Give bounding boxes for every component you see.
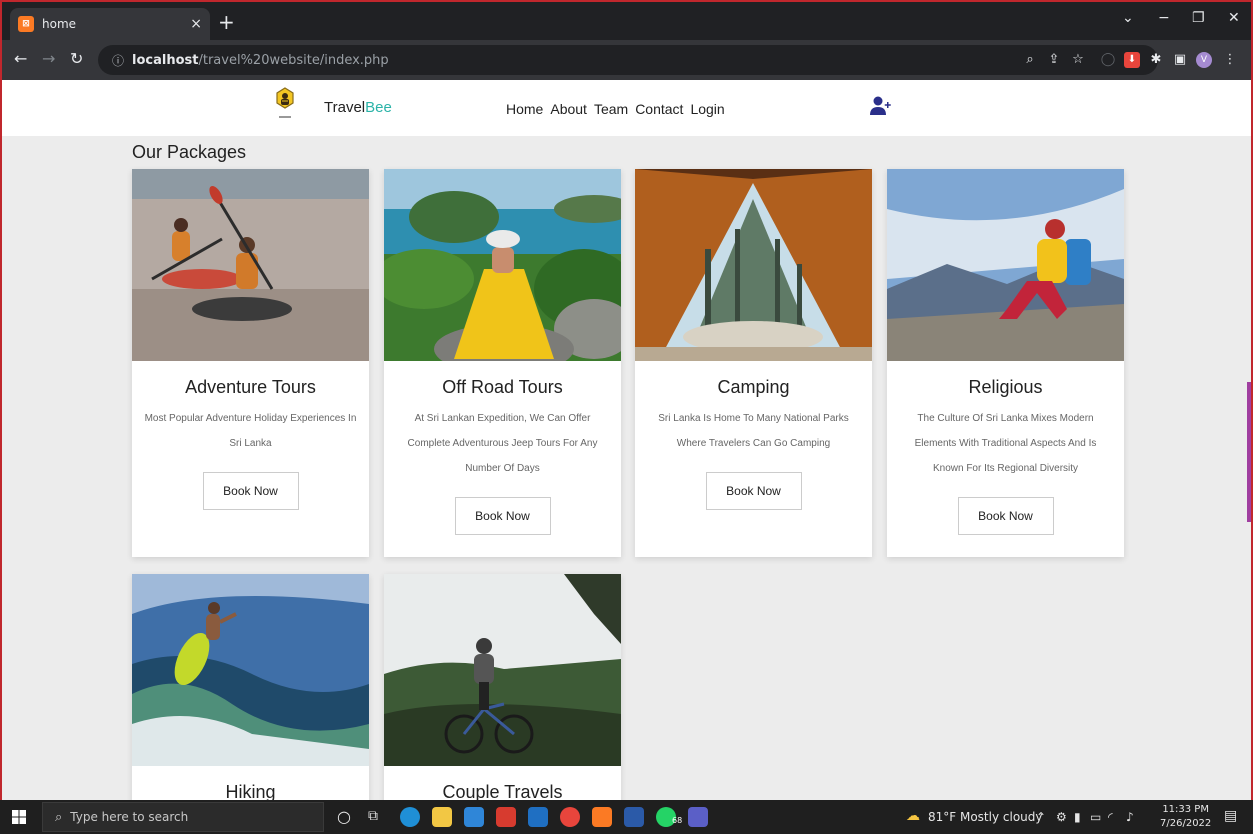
- kayaking-photo: [132, 169, 369, 361]
- book-now-button[interactable]: Book Now: [957, 497, 1054, 535]
- tray-app-icon[interactable]: ⚙: [1056, 810, 1067, 824]
- package-name: Adventure Tours: [185, 377, 316, 397]
- package-card: Adventure Tours Most Popular Adventure H…: [132, 169, 369, 557]
- mountain-biker-photo: [384, 574, 621, 766]
- scrollbar-thumb[interactable]: [1247, 382, 1251, 522]
- xampp-favicon-icon: ⊠: [18, 16, 34, 32]
- clock-date: 7/26/2022: [1160, 818, 1212, 829]
- address-bar[interactable]: ⓘ localhost /travel%20website/index.php: [98, 45, 1158, 75]
- package-description: Sri Lanka Is Home To Many National Parks…: [658, 413, 849, 449]
- island-viewpoint-photo: [384, 169, 621, 361]
- section-title: Our Packages: [132, 142, 247, 162]
- book-now-button[interactable]: Book Now: [705, 472, 802, 510]
- book-now-button[interactable]: Book Now: [454, 497, 551, 535]
- clock-time: 11:33 PM: [1162, 804, 1209, 815]
- volume-icon[interactable]: ♪: [1126, 810, 1134, 824]
- side-panel-icon[interactable]: ▣: [1172, 52, 1188, 68]
- nav-team[interactable]: Team: [594, 101, 628, 117]
- hiker-mountain-photo: [887, 169, 1124, 361]
- package-name: Hiking: [225, 782, 276, 800]
- main-menu: Home About Team Contact Login: [506, 101, 725, 117]
- weather-text[interactable]: 81°F Mostly cloudy: [928, 810, 1043, 824]
- package-description: The Culture Of Sri Lanka Mixes Modern El…: [914, 413, 1097, 474]
- chrome-icon[interactable]: [560, 807, 580, 827]
- package-card: Off Road Tours At Sri Lankan Expedition,…: [384, 169, 621, 557]
- file-explorer-icon[interactable]: [432, 807, 452, 827]
- book-now-button[interactable]: Book Now: [202, 472, 299, 510]
- teams-icon[interactable]: [688, 807, 708, 827]
- download-extension-icon[interactable]: ⬇: [1124, 52, 1140, 68]
- back-icon[interactable]: ←: [14, 50, 27, 68]
- tab-title: home: [42, 17, 77, 31]
- nav-login[interactable]: Login: [690, 101, 724, 117]
- close-window-button[interactable]: ✕: [1228, 10, 1240, 26]
- package-name: Camping: [717, 377, 790, 397]
- nav-contact[interactable]: Contact: [635, 101, 683, 117]
- user-plus-icon[interactable]: [870, 96, 892, 116]
- word-icon[interactable]: [624, 807, 644, 827]
- bookmark-star-icon[interactable]: ☆: [1070, 52, 1086, 68]
- cortana-icon[interactable]: ○: [337, 807, 351, 826]
- forward-icon[interactable]: →: [42, 50, 55, 68]
- tab-search-icon[interactable]: ⌄: [1122, 10, 1134, 26]
- profile-avatar-icon[interactable]: V: [1196, 52, 1212, 68]
- tent-forest-photo: [635, 169, 872, 361]
- url-path: /travel%20website/index.php: [198, 52, 389, 68]
- windows-start-icon[interactable]: [12, 810, 26, 824]
- whatsapp-badge: 68: [672, 816, 683, 825]
- xampp-icon[interactable]: [592, 807, 612, 827]
- site-navbar: TravelBee Home About Team Contact Login: [2, 80, 1251, 136]
- brand-name[interactable]: TravelBee: [324, 99, 392, 116]
- package-name: Couple Travels: [442, 782, 563, 800]
- office-icon[interactable]: [496, 807, 516, 827]
- taskbar-clock[interactable]: 11:33 PM 7/26/2022: [1160, 803, 1211, 831]
- package-card: Couple Travels: [384, 574, 621, 800]
- web-page: TravelBee Home About Team Contact Login …: [2, 80, 1251, 800]
- weather-cloud-icon[interactable]: ☁: [906, 808, 920, 824]
- search-placeholder: Type here to search: [70, 810, 189, 824]
- extension-circle-icon[interactable]: ◯: [1100, 52, 1116, 68]
- package-card: Hiking: [132, 574, 369, 800]
- share-icon[interactable]: ⇪: [1046, 52, 1062, 68]
- surfer-photo: [132, 574, 369, 766]
- travelbee-logo-icon[interactable]: [274, 86, 296, 124]
- mail-icon[interactable]: [464, 807, 484, 827]
- tab-close-icon[interactable]: ×: [190, 16, 202, 32]
- search-icon: ⌕: [55, 809, 63, 825]
- menu-kebab-icon[interactable]: ⋮: [1222, 52, 1238, 68]
- battery-icon[interactable]: ▭: [1090, 810, 1101, 824]
- package-card: Camping Sri Lanka Is Home To Many Nation…: [635, 169, 872, 557]
- new-tab-button[interactable]: +: [218, 12, 235, 32]
- package-description: At Sri Lankan Expedition, We Can Offer C…: [407, 413, 598, 474]
- reload-icon[interactable]: ↻: [70, 50, 83, 68]
- nav-home[interactable]: Home: [506, 101, 543, 117]
- site-info-icon[interactable]: ⓘ: [112, 52, 124, 69]
- package-name: Religious: [968, 377, 1043, 397]
- package-description: Most Popular Adventure Holiday Experienc…: [144, 413, 357, 449]
- url-host: localhost: [132, 52, 199, 68]
- edge-icon[interactable]: [400, 807, 420, 827]
- extensions-puzzle-icon[interactable]: ✱: [1148, 52, 1164, 68]
- browser-toolbar: ← → ↻ ⓘ localhost /travel%20website/inde…: [2, 40, 1251, 80]
- restore-button[interactable]: ❐: [1192, 10, 1205, 26]
- notifications-icon[interactable]: ▤: [1224, 808, 1237, 824]
- windows-taskbar: ⌕ Type here to search ○ ⧉ 68 ☁ 81°F Most…: [0, 800, 1253, 834]
- package-name: Off Road Tours: [442, 377, 563, 397]
- task-view-icon[interactable]: ⧉: [368, 808, 378, 824]
- browser-tab-home[interactable]: ⊠ home ×: [10, 8, 210, 40]
- show-hidden-icons-icon[interactable]: ⌃: [1036, 810, 1046, 824]
- outlook-icon[interactable]: [528, 807, 548, 827]
- microphone-icon[interactable]: ▮: [1074, 810, 1081, 824]
- taskbar-search-input[interactable]: ⌕ Type here to search: [42, 802, 324, 832]
- minimize-button[interactable]: −: [1158, 10, 1170, 26]
- zoom-icon[interactable]: ⌕: [1022, 52, 1038, 68]
- wifi-icon[interactable]: ◜: [1108, 810, 1113, 824]
- package-card: Religious The Culture Of Sri Lanka Mixes…: [887, 169, 1124, 557]
- nav-about[interactable]: About: [550, 101, 587, 117]
- browser-tab-bar: ⊠ home × + ⌄ − ❐ ✕: [2, 2, 1251, 40]
